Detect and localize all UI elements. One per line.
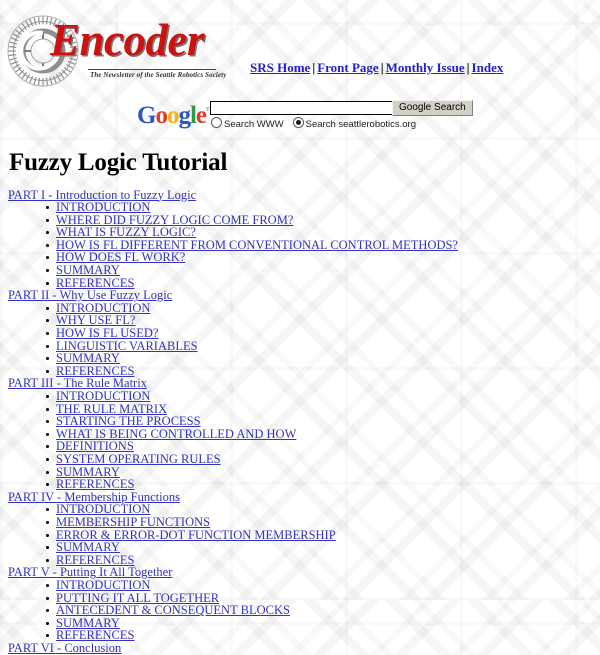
toc-item-link[interactable]: REFERENCES <box>56 477 135 491</box>
google-search-button[interactable]: Google Search <box>392 100 473 116</box>
google-logo-letter-g2: g <box>178 102 190 129</box>
encoder-tagline: The Newsletter of the Seattle Robotics S… <box>90 71 227 79</box>
search-scope-www-label: Search WWW <box>224 119 284 130</box>
google-logo: Google™ <box>137 102 215 129</box>
toc-list-item: REFERENCES <box>8 478 600 491</box>
toc-part-item-list: INTRODUCTION PUTTING IT ALL TOGETHER ANTEC… <box>8 579 600 642</box>
toc-part-item-list: INTRODUCTION THE RULE MATRIX STARTING THE … <box>8 390 600 491</box>
google-logo-letter-g1: G <box>137 102 156 129</box>
toc-list-item: REFERENCES <box>8 553 600 567</box>
nav-separator-2: | <box>380 60 384 75</box>
encoder-wordmark: Encoder <box>50 15 205 65</box>
nav-link-index[interactable]: Index <box>472 60 504 75</box>
logo-divider-rule <box>88 69 216 70</box>
search-scope-options: Search WWW Search seattlerobotics.org <box>211 117 425 130</box>
toc-part-item-list: INTRODUCTION WHERE DID FUZZY LOGIC COME F… <box>8 201 600 289</box>
search-scope-site-label: Search seattlerobotics.org <box>305 119 417 130</box>
nav-link-srs-home[interactable]: SRS Home <box>250 60 310 75</box>
radio-icon-www[interactable] <box>211 117 222 128</box>
masthead: Encoder The Newsletter of the Seattle Ro… <box>0 0 600 96</box>
top-navigation: SRS Home | Front Page | Monthly Issue | Index <box>250 60 503 76</box>
toc-part: PART III - The Rule Matrix INTRODUCTION TH… <box>8 377 600 490</box>
toc-part-item-list: INTRODUCTION WHY USE FL? HOW IS FL USED? LI… <box>8 302 600 378</box>
search-input[interactable] <box>210 101 397 115</box>
toc-item-link[interactable]: REFERENCES <box>56 276 135 290</box>
toc-part: PART II - Why Use Fuzzy Logic INTRODUCTIO… <box>8 289 600 377</box>
google-search-bar: Google™ Google Search Search WWW Search s… <box>0 96 600 138</box>
toc-list-item: REFERENCES <box>8 629 600 642</box>
toc-part: PART IV - Membership Functions INTRODUCTI… <box>8 491 600 567</box>
search-scope-www[interactable]: Search WWW <box>211 117 284 130</box>
toc-part: PART V - Putting It All Together INTRODUC… <box>8 566 600 642</box>
toc-part-item-list: INTRODUCTION MEMBERSHIP FUNCTIONS ERROR & … <box>8 503 600 566</box>
page-title: Fuzzy Logic Tutorial <box>9 149 228 176</box>
toc-list-item: REFERENCES <box>8 276 600 290</box>
google-logo-letter-e: e <box>195 102 207 129</box>
table-of-contents: PART I - Introduction to Fuzzy Logic INTR… <box>0 188 600 655</box>
toc-item-link[interactable]: REFERENCES <box>56 628 135 642</box>
google-logo-letter-o2: o <box>166 102 179 129</box>
toc-part-heading-link[interactable]: PART VI - Conclusion <box>8 642 600 655</box>
toc-part: PART I - Introduction to Fuzzy Logic INTR… <box>8 188 600 290</box>
nav-link-front-page[interactable]: Front Page <box>317 60 379 75</box>
nav-separator-3: | <box>466 60 470 75</box>
toc-part: PART VI - Conclusion <box>8 642 600 655</box>
google-logo-letter-o1: o <box>155 102 167 129</box>
radio-icon-site[interactable] <box>292 117 304 128</box>
search-scope-site[interactable]: Search seattlerobotics.org <box>292 117 417 130</box>
toc-list-item: REFERENCES <box>8 365 600 378</box>
toc-item-link[interactable]: REFERENCES <box>56 364 135 378</box>
nav-link-monthly-issue[interactable]: Monthly Issue <box>386 60 465 75</box>
encoder-logo[interactable]: Encoder The Newsletter of the Seattle Ro… <box>6 12 226 94</box>
toc-item-link[interactable]: REFERENCES <box>56 553 135 567</box>
